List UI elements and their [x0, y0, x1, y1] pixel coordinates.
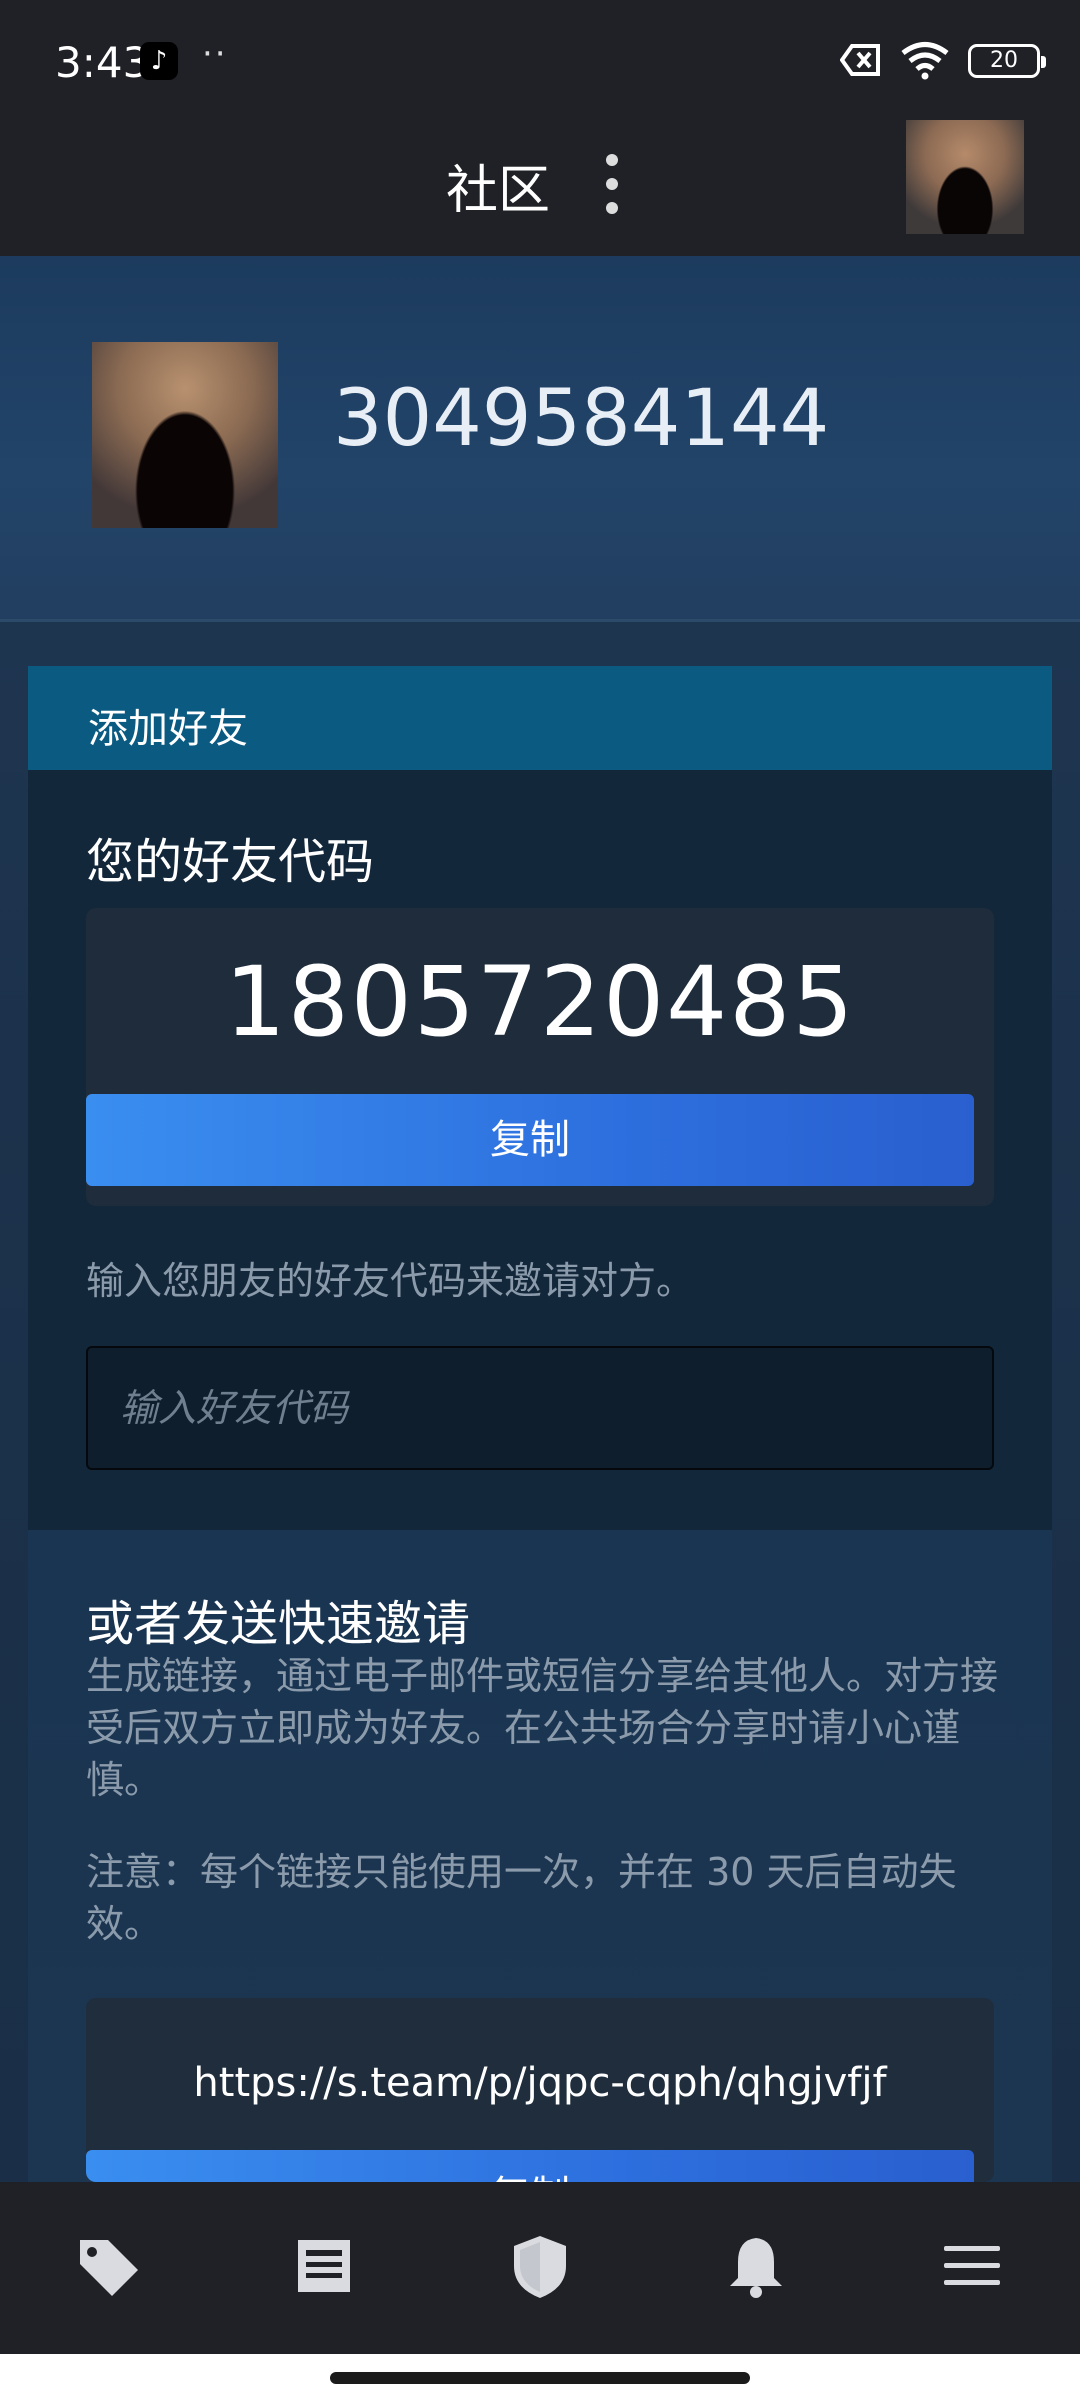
gesture-bar [0, 2354, 1080, 2400]
copy-code-button[interactable]: 复制 [86, 1094, 974, 1186]
bottom-nav [0, 2182, 1080, 2354]
profile-section: 3049584144 [0, 256, 1080, 622]
invite-link-box: https://s.team/p/jqpc-cqph/qhgjvfjf 复制 [86, 1998, 994, 2182]
store-tag-icon[interactable] [68, 2226, 148, 2306]
notifications-bell-icon[interactable] [716, 2226, 796, 2306]
hamburger-menu-icon[interactable] [932, 2226, 1012, 2306]
copy-link-button[interactable]: 复制 [86, 2150, 974, 2182]
home-indicator[interactable] [330, 2372, 750, 2384]
no-sim-icon [840, 44, 880, 76]
add-friend-header: 添加好友 [28, 666, 1052, 770]
status-icons: 20 [840, 40, 1046, 84]
news-icon[interactable] [284, 2226, 364, 2306]
tiktok-icon: ♪ [140, 42, 178, 80]
quick-invite-description: 生成链接，通过电子邮件或短信分享给其他人。对方接受后双方立即成为好友。在公共场合… [86, 1654, 999, 1802]
quick-invite-title: 或者发送快速邀请 [86, 1596, 471, 1652]
battery-icon: 20 [968, 44, 1046, 78]
friend-code-box: 1805720485 复制 [86, 908, 994, 1206]
friend-code-input[interactable] [86, 1346, 994, 1470]
app-header: 社区 [0, 120, 1080, 256]
invite-hint: 输入您朋友的好友代码来邀请对方。 [86, 1259, 695, 1303]
friend-code-title: 您的好友代码 [86, 834, 375, 890]
status-time: 3:43 [55, 38, 150, 87]
quick-invite-note: 注意：每个链接只能使用一次，并在 30 天后自动失效。 [86, 1850, 957, 1946]
wifi-icon [901, 42, 949, 80]
profile-avatar [92, 342, 278, 528]
more-vertical-icon[interactable] [598, 150, 628, 230]
user-avatar[interactable] [906, 120, 1024, 234]
friend-code-value: 1805720485 [224, 946, 856, 1058]
shield-icon[interactable] [500, 2226, 580, 2306]
notification-dots: ·· [202, 34, 228, 74]
profile-name: 3049584144 [333, 374, 830, 464]
invite-link[interactable]: https://s.team/p/jqpc-cqph/qhgjvfjf [86, 2060, 994, 2106]
add-friend-title: 添加好友 [88, 706, 248, 752]
status-bar: 3:43 ♪ ·· 20 [0, 0, 1080, 120]
page-title: 社区 [446, 161, 551, 221]
